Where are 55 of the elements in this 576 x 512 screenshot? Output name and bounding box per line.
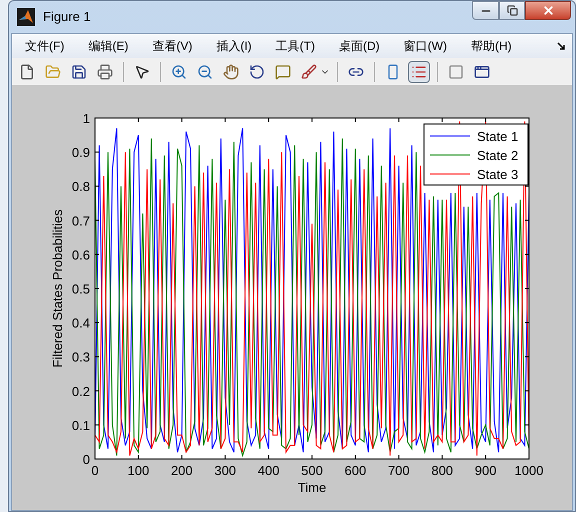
menu-item[interactable]: 查看(V) xyxy=(145,37,200,55)
y-tick-label: 0.6 xyxy=(72,247,90,262)
close-icon xyxy=(542,4,554,17)
pointer-icon xyxy=(134,64,150,80)
printer-icon xyxy=(97,64,113,80)
y-tick-label: 0.5 xyxy=(72,282,90,296)
app-logo-icon xyxy=(17,8,35,26)
legend-label: State 1 xyxy=(477,129,518,144)
x-tick-label: 600 xyxy=(344,463,366,478)
legend-label: State 3 xyxy=(477,167,518,182)
x-tick-label: 200 xyxy=(170,463,193,478)
menu-item[interactable]: 帮助(H) xyxy=(464,37,519,55)
x-axis-label: Time xyxy=(298,480,326,495)
restore-icon xyxy=(506,5,518,16)
brush-icon xyxy=(301,64,317,80)
x-tick-label: 900 xyxy=(474,463,496,478)
x-tick-label: 400 xyxy=(258,463,280,478)
x-tick-label: 0 xyxy=(91,463,99,478)
y-tick-label: 0.3 xyxy=(72,350,90,365)
hand-icon xyxy=(223,64,239,80)
folder-icon xyxy=(45,64,61,80)
x-tick-label: 100 xyxy=(128,463,150,478)
menu-item[interactable]: 文件(F) xyxy=(18,37,72,55)
window-title: Figure 1 xyxy=(43,8,91,26)
menu-item[interactable]: 工具(T) xyxy=(268,37,322,55)
window-icon xyxy=(474,64,490,80)
y-tick-label: 1 xyxy=(82,111,90,126)
y-tick-label: 0.2 xyxy=(72,384,90,399)
close-button[interactable] xyxy=(525,1,571,20)
x-tick-label: 1000 xyxy=(514,463,544,478)
y-tick-label: 0.9 xyxy=(72,145,90,160)
x-tick-label: 700 xyxy=(388,463,410,478)
menu-item[interactable]: 桌面(D) xyxy=(332,37,387,55)
rotate-icon xyxy=(249,64,265,80)
file-icon xyxy=(19,64,35,80)
y-tick-label: 0 xyxy=(82,452,90,467)
menu-item[interactable]: 插入(I) xyxy=(209,37,259,55)
x-tick-label: 500 xyxy=(301,463,323,478)
menu-item[interactable]: 编辑(E) xyxy=(81,37,136,55)
dock-arrow-icon[interactable] xyxy=(557,42,566,51)
y-tick-label: 0.1 xyxy=(72,418,90,433)
maximize-button[interactable] xyxy=(499,1,525,20)
y-tick-label: 0.8 xyxy=(72,179,90,194)
x-tick-label: 300 xyxy=(214,463,236,478)
legend-label: State 2 xyxy=(477,148,518,163)
zoom-out-icon xyxy=(197,64,213,80)
x-tick-label: 800 xyxy=(431,463,454,478)
legend-icon xyxy=(411,64,427,80)
y-axis-label: Filtered States Probabilities xyxy=(50,209,65,368)
square-icon xyxy=(448,64,464,80)
zoom-in-icon xyxy=(171,64,187,80)
menu-item[interactable]: 窗口(W) xyxy=(396,37,454,55)
note-icon xyxy=(275,64,291,80)
y-tick-label: 0.4 xyxy=(72,316,90,331)
y-tick-label: 0.7 xyxy=(72,213,90,228)
